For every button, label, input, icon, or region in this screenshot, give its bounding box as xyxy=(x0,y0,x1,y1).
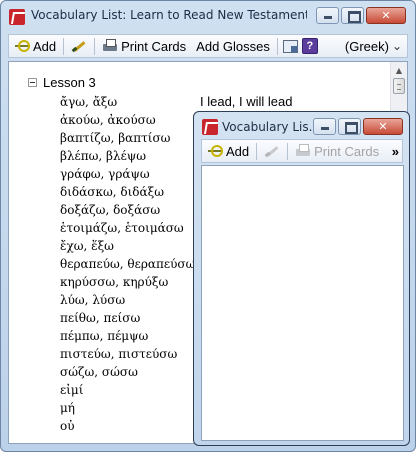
vocabulary-word-item[interactable]: εἰμί xyxy=(60,381,195,399)
vocabulary-word-item[interactable]: ἑτοιμάζω, ἑτοιμάσω xyxy=(60,219,195,237)
vocabulary-word-item[interactable]: βλέπω, βλέψω xyxy=(60,147,195,165)
add-button-label: Add xyxy=(33,38,57,54)
sub-titlebar[interactable]: Vocabulary Lis... xyxy=(194,112,409,142)
vocabulary-word-item[interactable]: σώζω, σώσω xyxy=(60,363,195,381)
collapse-toggle-icon[interactable] xyxy=(28,78,37,87)
minimize-button[interactable] xyxy=(313,118,336,135)
vocabulary-word-item[interactable]: πείθω, πείσω xyxy=(60,309,195,327)
lesson-heading[interactable]: Lesson 3 xyxy=(43,75,96,90)
print-icon xyxy=(295,143,311,159)
print-cards-label: Print Cards xyxy=(314,143,380,159)
vocabulary-word-item[interactable]: μή xyxy=(60,399,195,417)
vocabulary-word-item[interactable]: γράφω, γράψω xyxy=(60,165,195,183)
help-icon: ? xyxy=(301,38,318,54)
vocabulary-word-item[interactable]: ἀκούω, ἀκούσω xyxy=(60,111,195,129)
vocabulary-word-item[interactable]: ἔχω, ἕξω xyxy=(60,237,195,255)
vocabulary-word-item[interactable]: βαπτίζω, βαπτίσω xyxy=(60,129,195,147)
vocabulary-word-item[interactable]: θεραπεύω, θεραπεύσω xyxy=(60,255,195,273)
main-toolbar: Add Print Cards Add Glosses ? (Greek) ⌄ xyxy=(8,34,408,58)
vocabulary-word-item[interactable]: δοξάζω, δοξάσω xyxy=(60,201,195,219)
app-icon xyxy=(9,9,25,25)
print-cards-label: Print Cards xyxy=(121,38,187,54)
add-glosses-label: Add Glosses xyxy=(196,38,270,54)
vocabulary-word-item[interactable]: πιστεύω, πιστεύσω xyxy=(60,345,195,363)
minimize-button[interactable] xyxy=(316,7,339,24)
main-window-title: Vocabulary List: Learn to Read New Testa… xyxy=(31,8,307,22)
close-button[interactable] xyxy=(363,118,403,135)
add-button-label: Add xyxy=(226,143,250,159)
scroll-up-arrow-icon[interactable]: ▲ xyxy=(392,63,406,78)
overflow-chevron-icon: » xyxy=(391,143,399,159)
language-label: (Greek) xyxy=(344,38,389,54)
app-icon xyxy=(202,119,218,135)
print-cards-button[interactable]: Print Cards xyxy=(290,140,384,162)
help-button[interactable]: ? xyxy=(300,35,320,57)
main-caption-buttons xyxy=(316,7,406,24)
word-list: ἄγω, ἄξω ἀκούω, ἀκούσω βαπτίζω, βαπτίσω βλέ… xyxy=(60,93,195,435)
add-button[interactable]: Add xyxy=(202,140,254,162)
main-titlebar[interactable]: Vocabulary List: Learn to Read New Testa… xyxy=(1,1,415,31)
sub-window-title: Vocabulary Lis... xyxy=(222,120,314,134)
toolbar-separator xyxy=(276,37,278,55)
add-glosses-button[interactable]: Add Glosses xyxy=(191,35,275,57)
add-icon xyxy=(207,143,223,159)
vocabulary-word-item[interactable]: πέμπω, πέμψω xyxy=(60,327,195,345)
vocabulary-word-item[interactable]: λύω, λύσω xyxy=(60,291,195,309)
close-button[interactable] xyxy=(366,7,406,24)
print-icon xyxy=(102,38,118,54)
secondary-vocabulary-window[interactable]: Vocabulary Lis... Add Print Cards » xyxy=(193,111,410,446)
maximize-button[interactable] xyxy=(338,118,361,135)
toolbar-overflow-button[interactable]: » xyxy=(389,140,402,162)
window-options-button[interactable] xyxy=(280,35,300,57)
sub-content-pane[interactable] xyxy=(201,165,404,441)
vocabulary-word-item[interactable]: κηρύσσω, κηρύξω xyxy=(60,273,195,291)
toolbar-separator xyxy=(287,142,289,160)
vocabulary-word-item[interactable]: διδάσκω, διδάξω xyxy=(60,183,195,201)
toolbar-separator xyxy=(256,142,258,160)
add-icon xyxy=(14,38,30,54)
edit-button[interactable] xyxy=(259,140,285,162)
language-dropdown[interactable]: (Greek) ⌄ xyxy=(340,35,407,57)
chevron-down-icon: ⌄ xyxy=(391,39,402,53)
toolbar-separator xyxy=(63,37,65,55)
scrollbar-thumb[interactable] xyxy=(393,78,405,94)
edit-pen-icon xyxy=(71,38,87,54)
add-button[interactable]: Add xyxy=(9,35,61,57)
maximize-button[interactable] xyxy=(341,7,364,24)
window-icon xyxy=(282,38,298,54)
vocabulary-word-item[interactable]: οὐ xyxy=(60,417,195,435)
edit-pen-icon xyxy=(264,143,280,159)
gloss-text: I lead, I will lead xyxy=(200,94,293,109)
vocabulary-word-item[interactable]: ἄγω, ἄξω xyxy=(60,93,195,111)
print-cards-button[interactable]: Print Cards xyxy=(97,35,191,57)
sub-caption-buttons xyxy=(313,118,403,135)
sub-toolbar: Add Print Cards » xyxy=(201,139,403,163)
edit-button[interactable] xyxy=(66,35,92,57)
toolbar-separator xyxy=(94,37,96,55)
